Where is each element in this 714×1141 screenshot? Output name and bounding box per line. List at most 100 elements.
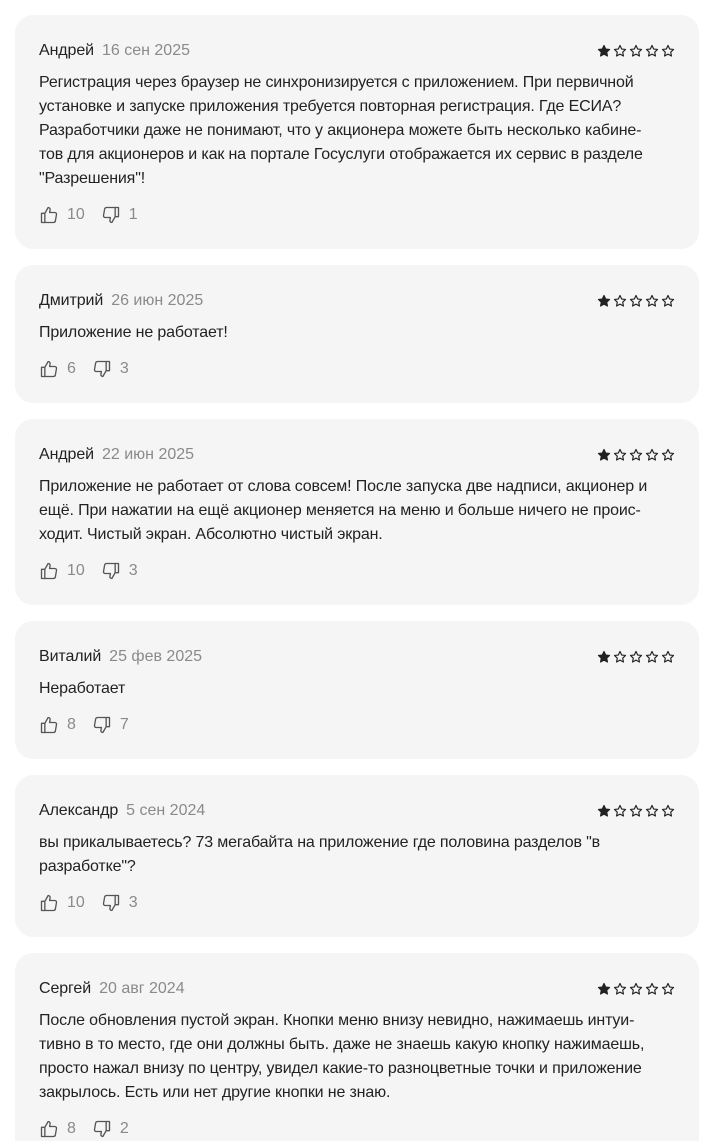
review-votes: 8 2 bbox=[39, 1117, 675, 1141]
dislike-count: 3 bbox=[128, 562, 138, 579]
star-outline-icon bbox=[645, 448, 659, 461]
star-outline-icon bbox=[645, 650, 659, 663]
review-meta: Андрей 16 сен 2025 bbox=[39, 42, 190, 60]
review-date: 26 июн 2025 bbox=[111, 292, 204, 309]
dislike-count: 3 bbox=[119, 360, 129, 377]
review-date: 20 авг 2024 bbox=[99, 980, 185, 997]
review-text-line: Приложение не работает от слова совсем! … bbox=[39, 478, 648, 495]
review-author: Александр bbox=[39, 802, 119, 819]
star-outline-icon bbox=[661, 448, 675, 461]
star-outline-icon bbox=[645, 982, 659, 995]
review-card: Виталий 25 фев 2025 Неработает 8 7 bbox=[15, 621, 699, 759]
dislike-count: 2 bbox=[119, 1120, 129, 1137]
review-text-line: просто нажал внизу по центру, увидел как… bbox=[39, 1060, 642, 1077]
review-card: Сергей 20 авг 2024 После обновления пуст… bbox=[15, 953, 699, 1141]
review-card: Андрей 16 сен 2025 Регистрация через бра… bbox=[15, 15, 699, 249]
star-outline-icon bbox=[661, 804, 675, 817]
review-header: Андрей 16 сен 2025 bbox=[39, 39, 675, 63]
review-header: Сергей 20 авг 2024 bbox=[39, 977, 675, 1001]
review-votes: 10 3 bbox=[39, 891, 675, 915]
dislike-button[interactable]: 3 bbox=[101, 561, 138, 581]
review-date: 16 сен 2025 bbox=[101, 42, 190, 59]
star-outline-icon bbox=[661, 982, 675, 995]
review-meta: Александр 5 сен 2024 bbox=[39, 802, 205, 820]
like-count: 10 bbox=[67, 206, 85, 223]
star-outline-icon bbox=[629, 44, 643, 57]
review-meta: Сергей 20 авг 2024 bbox=[39, 980, 185, 998]
dislike-button[interactable]: 2 bbox=[92, 1119, 129, 1139]
review-votes: 10 1 bbox=[39, 203, 675, 227]
star-outline-icon bbox=[645, 44, 659, 57]
dislike-button[interactable]: 3 bbox=[101, 893, 138, 913]
review-text-line: После обновления пустой экран. Кнопки ме… bbox=[39, 1012, 635, 1029]
review-author: Дмитрий bbox=[39, 292, 104, 309]
like-button[interactable]: 10 bbox=[39, 205, 85, 225]
reviews-list: Андрей 16 сен 2025 Регистрация через бра… bbox=[0, 0, 714, 1141]
review-text-line: вы прикалываетесь? 73 мегабайта на прило… bbox=[39, 834, 601, 851]
star-outline-icon bbox=[613, 650, 627, 663]
thumbs-down-icon bbox=[101, 205, 121, 225]
thumbs-down-icon bbox=[92, 1119, 112, 1139]
like-button[interactable]: 6 bbox=[39, 359, 76, 379]
star-outline-icon bbox=[629, 982, 643, 995]
review-text: Приложение не работает от слова совсем! … bbox=[39, 475, 675, 547]
like-button[interactable]: 8 bbox=[39, 715, 76, 735]
rating-stars bbox=[597, 448, 675, 462]
review-text-line: тов для акционеров и как на портале Госу… bbox=[39, 146, 643, 163]
review-text: Приложение не работает! bbox=[39, 321, 675, 345]
star-outline-icon bbox=[629, 448, 643, 461]
review-author: Сергей bbox=[39, 980, 92, 997]
star-outline-icon bbox=[613, 982, 627, 995]
review-text-line: "Разрешения"! bbox=[39, 170, 146, 187]
thumbs-down-icon bbox=[101, 561, 121, 581]
thumbs-down-icon bbox=[101, 893, 121, 913]
review-header: Андрей 22 июн 2025 bbox=[39, 443, 675, 467]
thumbs-down-icon bbox=[92, 359, 112, 379]
review-header: Виталий 25 фев 2025 bbox=[39, 645, 675, 669]
rating-stars bbox=[597, 650, 675, 664]
star-outline-icon bbox=[613, 448, 627, 461]
like-button[interactable]: 10 bbox=[39, 561, 85, 581]
review-meta: Андрей 22 июн 2025 bbox=[39, 446, 194, 464]
review-card: Александр 5 сен 2024 вы прикалываетесь? … bbox=[15, 775, 699, 937]
review-text-line: установке и запуске приложения требуется… bbox=[39, 98, 622, 115]
review-text-line: разработке"? bbox=[39, 858, 136, 875]
dislike-button[interactable]: 3 bbox=[92, 359, 129, 379]
review-date: 5 сен 2024 bbox=[126, 802, 206, 819]
dislike-count: 7 bbox=[119, 716, 129, 733]
star-outline-icon bbox=[661, 650, 675, 663]
star-outline-icon bbox=[613, 294, 627, 307]
thumbs-up-icon bbox=[39, 1119, 59, 1139]
rating-stars bbox=[597, 294, 675, 308]
review-votes: 10 3 bbox=[39, 559, 675, 583]
review-date: 22 июн 2025 bbox=[101, 446, 195, 463]
star-outline-icon bbox=[629, 804, 643, 817]
dislike-button[interactable]: 1 bbox=[101, 205, 138, 225]
review-text: После обновления пустой экран. Кнопки ме… bbox=[39, 1009, 675, 1105]
thumbs-down-icon bbox=[92, 715, 112, 735]
like-button[interactable]: 8 bbox=[39, 1119, 76, 1139]
dislike-button[interactable]: 7 bbox=[92, 715, 129, 735]
like-count: 10 bbox=[67, 894, 85, 911]
star-filled-icon bbox=[597, 982, 611, 995]
star-outline-icon bbox=[613, 44, 627, 57]
review-author: Андрей bbox=[39, 42, 94, 59]
review-text-line: Разработчики даже не понимают, что у акц… bbox=[39, 122, 642, 139]
review-text-line: Приложение не работает! bbox=[39, 324, 228, 341]
star-outline-icon bbox=[645, 294, 659, 307]
like-button[interactable]: 10 bbox=[39, 893, 85, 913]
review-text: Регистрация через браузер не синхронизир… bbox=[39, 71, 675, 191]
star-outline-icon bbox=[661, 44, 675, 57]
review-author: Виталий bbox=[39, 648, 102, 665]
review-header: Дмитрий 26 июн 2025 bbox=[39, 289, 675, 313]
dislike-count: 1 bbox=[128, 206, 138, 223]
star-outline-icon bbox=[629, 650, 643, 663]
thumbs-up-icon bbox=[39, 561, 59, 581]
star-filled-icon bbox=[597, 804, 611, 817]
like-count: 6 bbox=[67, 360, 76, 377]
review-header: Александр 5 сен 2024 bbox=[39, 799, 675, 823]
review-meta: Виталий 25 фев 2025 bbox=[39, 648, 202, 666]
review-text-line: закрылось. Есть или нет другие кнопки не… bbox=[39, 1084, 391, 1101]
thumbs-up-icon bbox=[39, 359, 59, 379]
star-outline-icon bbox=[645, 804, 659, 817]
